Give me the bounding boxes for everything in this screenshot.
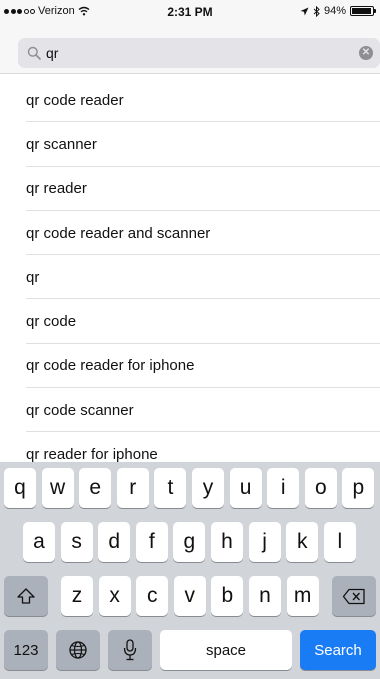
status-right: 94% <box>300 5 376 17</box>
battery-percent: 94% <box>323 5 346 17</box>
suggestion-item[interactable]: qr <box>0 255 380 300</box>
key-o[interactable]: o <box>304 468 337 508</box>
suggestion-item[interactable]: qr scanner <box>0 122 380 167</box>
status-bar: Verizon 2:31 PM 94% <box>0 0 380 22</box>
key-p[interactable]: p <box>342 468 375 508</box>
battery-icon <box>350 6 376 16</box>
search-query: qr <box>46 45 59 61</box>
clear-icon[interactable]: ✕ <box>359 46 373 60</box>
space-key[interactable]: space <box>160 630 292 670</box>
globe-icon <box>69 641 87 659</box>
suggestion-item[interactable]: qr code <box>0 299 380 345</box>
key-x[interactable]: x <box>98 576 131 616</box>
key-g[interactable]: g <box>173 522 206 562</box>
location-arrow-icon <box>300 7 309 15</box>
suggestion-item[interactable]: qr code reader for iphone <box>0 344 380 389</box>
key-l[interactable]: l <box>323 522 356 562</box>
key-i[interactable]: i <box>267 468 300 508</box>
suggestion-item[interactable]: qr code reader and scanner <box>0 211 380 256</box>
key-z[interactable]: z <box>61 576 93 616</box>
key-w[interactable]: w <box>41 468 74 508</box>
key-v[interactable]: v <box>173 576 206 616</box>
key-f[interactable]: f <box>135 522 168 562</box>
key-b[interactable]: b <box>211 576 244 616</box>
shift-key[interactable] <box>4 576 48 616</box>
delete-icon <box>342 588 365 604</box>
key-d[interactable]: d <box>98 522 131 562</box>
search-icon <box>27 46 41 60</box>
suggestion-item[interactable]: qr code scanner <box>0 388 380 433</box>
keyboard: 123 space Search qwertyuiop asdfghjkl zxcv… <box>0 462 380 679</box>
key-j[interactable]: j <box>248 522 281 562</box>
suggestion-list: qr code reader qr scanner qr reader qr code… <box>0 78 380 477</box>
key-q[interactable]: q <box>4 468 36 508</box>
key-u[interactable]: u <box>229 468 262 508</box>
delete-key[interactable] <box>332 576 376 616</box>
key-m[interactable]: m <box>286 576 319 616</box>
key-y[interactable]: y <box>192 468 224 508</box>
microphone-icon <box>123 639 137 661</box>
shift-icon <box>17 588 35 604</box>
key-a[interactable]: a <box>23 522 55 562</box>
search-key[interactable]: Search <box>300 630 376 670</box>
microphone-key[interactable] <box>108 630 152 670</box>
globe-key[interactable] <box>56 630 100 670</box>
key-e[interactable]: e <box>79 468 112 508</box>
numbers-key[interactable]: 123 <box>4 630 48 670</box>
bluetooth-icon <box>313 5 320 17</box>
key-s[interactable]: s <box>60 522 93 562</box>
key-c[interactable]: c <box>136 576 169 616</box>
search-bar: qr ✕ <box>0 22 380 74</box>
key-n[interactable]: n <box>249 576 281 616</box>
key-t[interactable]: t <box>154 468 187 508</box>
suggestion-item[interactable]: qr code reader <box>0 78 380 123</box>
key-h[interactable]: h <box>211 522 243 562</box>
search-input[interactable]: qr ✕ <box>18 38 380 68</box>
suggestion-item[interactable]: qr reader <box>0 167 380 212</box>
key-k[interactable]: k <box>286 522 319 562</box>
key-r[interactable]: r <box>116 468 149 508</box>
